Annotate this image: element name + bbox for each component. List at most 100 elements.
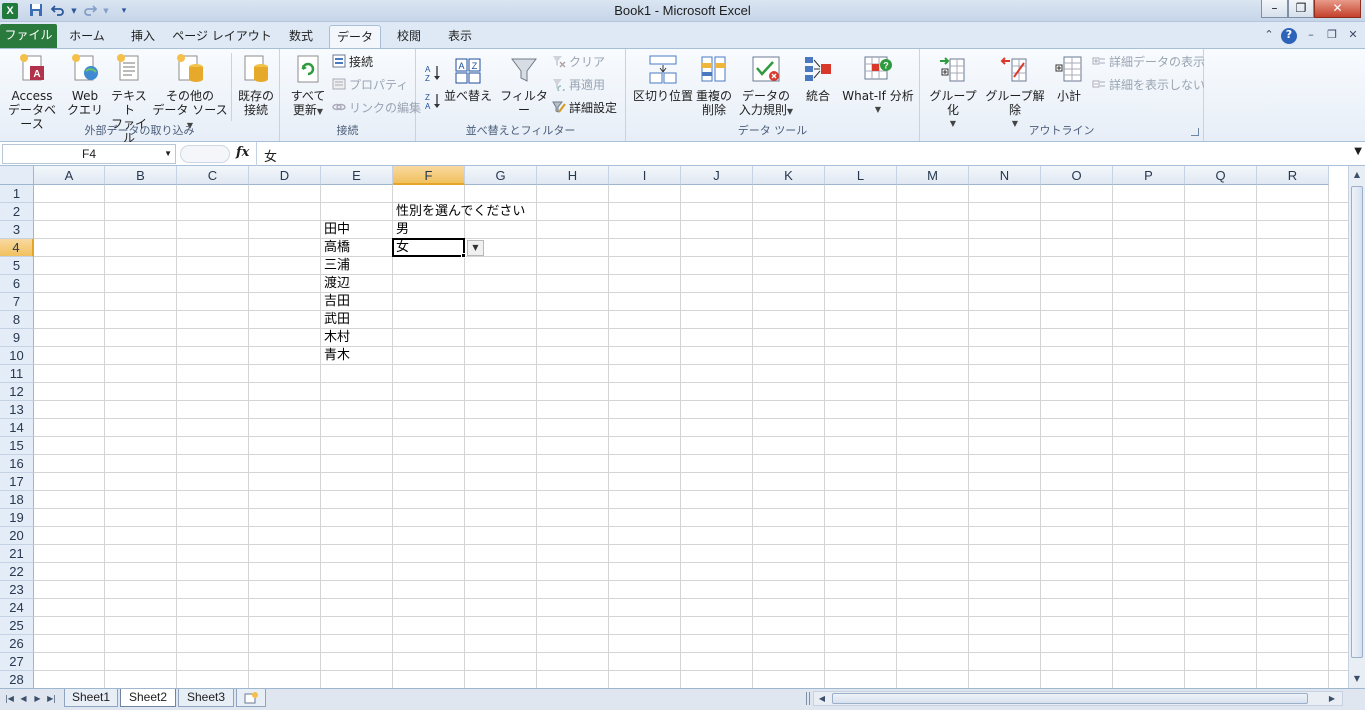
tab-review[interactable]: 校閲 xyxy=(386,25,432,48)
show-detail-button[interactable]: 詳細データの表示 xyxy=(1092,54,1205,72)
last-sheet-icon[interactable]: ▶| xyxy=(46,692,57,705)
column-header-e[interactable]: E xyxy=(321,166,393,185)
row-header-11[interactable]: 11 xyxy=(0,365,34,383)
column-header-c[interactable]: C xyxy=(177,166,249,185)
row-header-10[interactable]: 10 xyxy=(0,347,34,365)
cell-f2[interactable]: 性別を選んでください xyxy=(393,203,525,221)
column-header-h[interactable]: H xyxy=(537,166,609,185)
row-header-18[interactable]: 18 xyxy=(0,491,34,509)
subtotal-button[interactable]: 小計 xyxy=(1050,53,1088,103)
scroll-left-icon[interactable]: ◀ xyxy=(816,692,828,705)
row-header-3[interactable]: 3 xyxy=(0,221,34,239)
other-sources-button[interactable]: その他の データ ソース ▼ xyxy=(152,53,228,133)
connections-button[interactable]: 接続 xyxy=(332,54,373,72)
horizontal-scroll-thumb[interactable] xyxy=(832,693,1308,704)
row-header-2[interactable]: 2 xyxy=(0,203,34,221)
row-header-26[interactable]: 26 xyxy=(0,635,34,653)
sheet-tab-sheet3[interactable]: Sheet3 xyxy=(178,689,234,707)
formula-input[interactable]: 女 xyxy=(264,146,277,165)
column-header-p[interactable]: P xyxy=(1113,166,1185,185)
column-header-d[interactable]: D xyxy=(249,166,321,185)
row-header-25[interactable]: 25 xyxy=(0,617,34,635)
advanced-filter-button[interactable]: 詳細設定 xyxy=(552,100,617,118)
data-validation-button[interactable]: データの 入力規則▼ xyxy=(734,53,798,119)
active-cell-outline[interactable] xyxy=(392,238,465,257)
column-header-n[interactable]: N xyxy=(969,166,1041,185)
web-query-button[interactable]: Web クエリ xyxy=(66,53,104,117)
workbook-close-icon[interactable]: ✕ xyxy=(1345,28,1361,44)
column-header-l[interactable]: L xyxy=(825,166,897,185)
tab-data[interactable]: データ xyxy=(329,25,381,48)
properties-button[interactable]: プロパティ xyxy=(332,77,408,95)
worksheet-grid[interactable]: ABCDEFGHIJKLMNOPQR 1 2 3 4 5 6 7 8 9 10 11 12 13 14 15… xyxy=(0,166,1348,688)
expand-formula-bar-icon[interactable]: ▼ xyxy=(1354,146,1362,157)
row-header-4[interactable]: 4 xyxy=(0,239,34,257)
remove-duplicates-button[interactable]: 重複の 削除 xyxy=(694,53,734,117)
horizontal-scrollbar[interactable]: ◀ ▶ xyxy=(813,691,1343,706)
row-header-27[interactable]: 27 xyxy=(0,653,34,671)
tab-split-handle[interactable] xyxy=(806,692,810,705)
column-header-f[interactable]: F xyxy=(393,166,465,185)
clear-button[interactable]: クリア xyxy=(552,54,605,72)
row-header-15[interactable]: 15 xyxy=(0,437,34,455)
row-header-7[interactable]: 7 xyxy=(0,293,34,311)
cell-e10[interactable]: 青木 xyxy=(321,347,350,365)
close-button[interactable]: ✕ xyxy=(1314,0,1361,18)
cell-e5[interactable]: 三浦 xyxy=(321,257,350,275)
cell-e7[interactable]: 吉田 xyxy=(321,293,350,311)
scroll-down-icon[interactable]: ▼ xyxy=(1351,672,1363,686)
tab-formulas[interactable]: 数式 xyxy=(278,25,324,48)
row-header-9[interactable]: 9 xyxy=(0,329,34,347)
access-button[interactable]: A Access データベース xyxy=(2,53,62,131)
row-header-17[interactable]: 17 xyxy=(0,473,34,491)
row-header-12[interactable]: 12 xyxy=(0,383,34,401)
name-box[interactable]: F4 ▼ xyxy=(2,144,176,164)
row-header-5[interactable]: 5 xyxy=(0,257,34,275)
sort-descending-button[interactable]: ZA xyxy=(424,91,442,111)
cell-e3[interactable]: 田中 xyxy=(321,221,350,239)
tab-page-layout[interactable]: ページ レイアウト xyxy=(172,25,272,48)
column-header-o[interactable]: O xyxy=(1041,166,1113,185)
sort-ascending-button[interactable]: AZ xyxy=(424,63,442,83)
row-header-6[interactable]: 6 xyxy=(0,275,34,293)
first-sheet-icon[interactable]: |◀ xyxy=(4,692,15,705)
row-header-23[interactable]: 23 xyxy=(0,581,34,599)
cell-e4[interactable]: 高橋 xyxy=(321,239,350,257)
workbook-restore-icon[interactable]: ❐ xyxy=(1324,28,1340,44)
hide-detail-button[interactable]: 詳細を表示しない xyxy=(1092,77,1205,95)
sort-button[interactable]: AZ 並べ替え xyxy=(444,53,492,103)
row-header-19[interactable]: 19 xyxy=(0,509,34,527)
vertical-scrollbar[interactable]: ▲ ▼ xyxy=(1348,166,1365,688)
row-header-21[interactable]: 21 xyxy=(0,545,34,563)
prev-sheet-icon[interactable]: ◀ xyxy=(18,692,29,705)
tab-view[interactable]: 表示 xyxy=(437,25,483,48)
row-header-8[interactable]: 8 xyxy=(0,311,34,329)
column-header-r[interactable]: R xyxy=(1257,166,1329,185)
help-icon[interactable]: ? xyxy=(1281,28,1297,44)
select-all-corner[interactable] xyxy=(0,166,34,185)
insert-sheet-icon[interactable] xyxy=(236,689,266,707)
minimize-ribbon-icon[interactable]: ⌃ xyxy=(1261,28,1277,44)
column-header-q[interactable]: Q xyxy=(1185,166,1257,185)
cell-e8[interactable]: 武田 xyxy=(321,311,350,329)
row-header-14[interactable]: 14 xyxy=(0,419,34,437)
next-sheet-icon[interactable]: ▶ xyxy=(32,692,43,705)
name-box-dropdown-icon[interactable]: ▼ xyxy=(164,145,172,163)
column-header-a[interactable]: A xyxy=(34,166,105,185)
filter-button[interactable]: フィルター xyxy=(498,53,550,117)
ungroup-button[interactable]: グループ解除 ▼ xyxy=(982,53,1048,131)
cell-f3[interactable]: 男 xyxy=(393,221,409,239)
text-to-columns-button[interactable]: 区切り位置 xyxy=(630,53,696,103)
row-header-20[interactable]: 20 xyxy=(0,527,34,545)
column-header-i[interactable]: I xyxy=(609,166,681,185)
sheet-tab-sheet2[interactable]: Sheet2 xyxy=(120,689,176,707)
group-button[interactable]: グループ化 ▼ xyxy=(924,53,982,131)
row-header-28[interactable]: 28 xyxy=(0,671,34,688)
whatif-analysis-button[interactable]: ? What-If 分析 ▼ xyxy=(838,53,918,117)
insert-function-icon[interactable]: fx xyxy=(236,145,249,160)
cell-e6[interactable]: 渡辺 xyxy=(321,275,350,293)
tab-file[interactable]: ファイル xyxy=(0,24,57,48)
column-header-m[interactable]: M xyxy=(897,166,969,185)
consolidate-button[interactable]: 統合 xyxy=(798,53,838,103)
row-header-1[interactable]: 1 xyxy=(0,185,34,203)
